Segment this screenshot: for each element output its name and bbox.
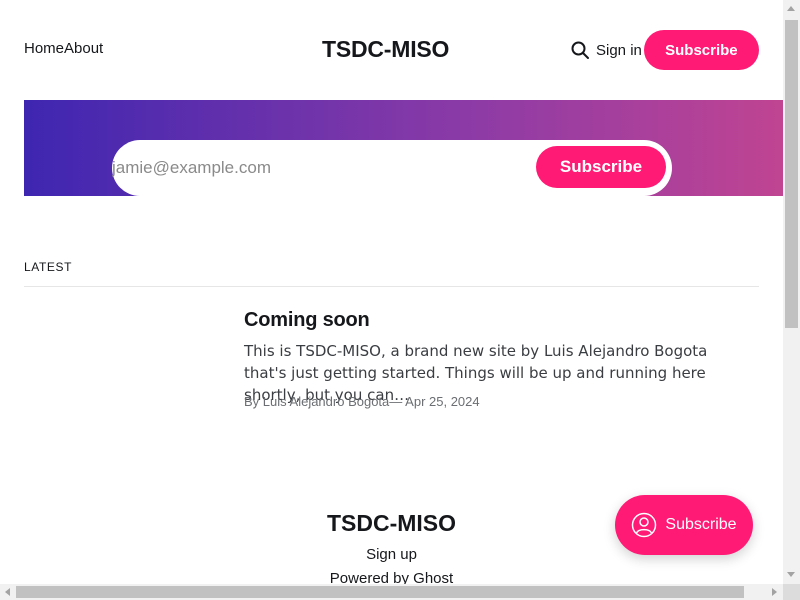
portal-label: Subscribe [665,516,737,533]
scroll-right-arrow-icon[interactable] [772,588,777,596]
horizontal-scroll-thumb[interactable] [16,586,744,598]
scroll-left-arrow-icon[interactable] [5,588,10,596]
footer-powered-link[interactable]: Powered by Ghost [0,570,783,584]
scroll-up-arrow-icon[interactable] [787,6,795,11]
hero-subscribe-button[interactable]: Subscribe [536,146,666,188]
post-date: — Apr 25, 2024 [389,394,480,409]
post-author: By Luis Alejandro Bogota [244,394,390,409]
hero-title: Thoughts, stories and ideas. [158,1,625,42]
post-meta: By Luis Alejandro Bogota— Apr 25, 2024 [244,394,480,409]
horizontal-scrollbar[interactable] [0,584,783,600]
vertical-scroll-thumb[interactable] [785,20,798,328]
post-title[interactable]: Coming soon [244,309,370,332]
vertical-scrollbar[interactable] [783,0,800,584]
user-circle-icon [631,512,657,538]
portal-subscribe-button[interactable]: Subscribe [615,495,753,555]
sign-in-link[interactable]: Sign in [596,42,642,59]
page: Home About TSDC-MISO Sign in Subscribe T… [0,0,783,584]
latest-heading: LATEST [24,260,73,274]
scroll-down-arrow-icon[interactable] [787,572,795,577]
section-divider [24,286,759,287]
email-input[interactable] [112,140,512,196]
scrollbar-corner [783,584,800,600]
subscribe-form: Subscribe [112,140,672,196]
search-icon[interactable] [570,40,590,60]
